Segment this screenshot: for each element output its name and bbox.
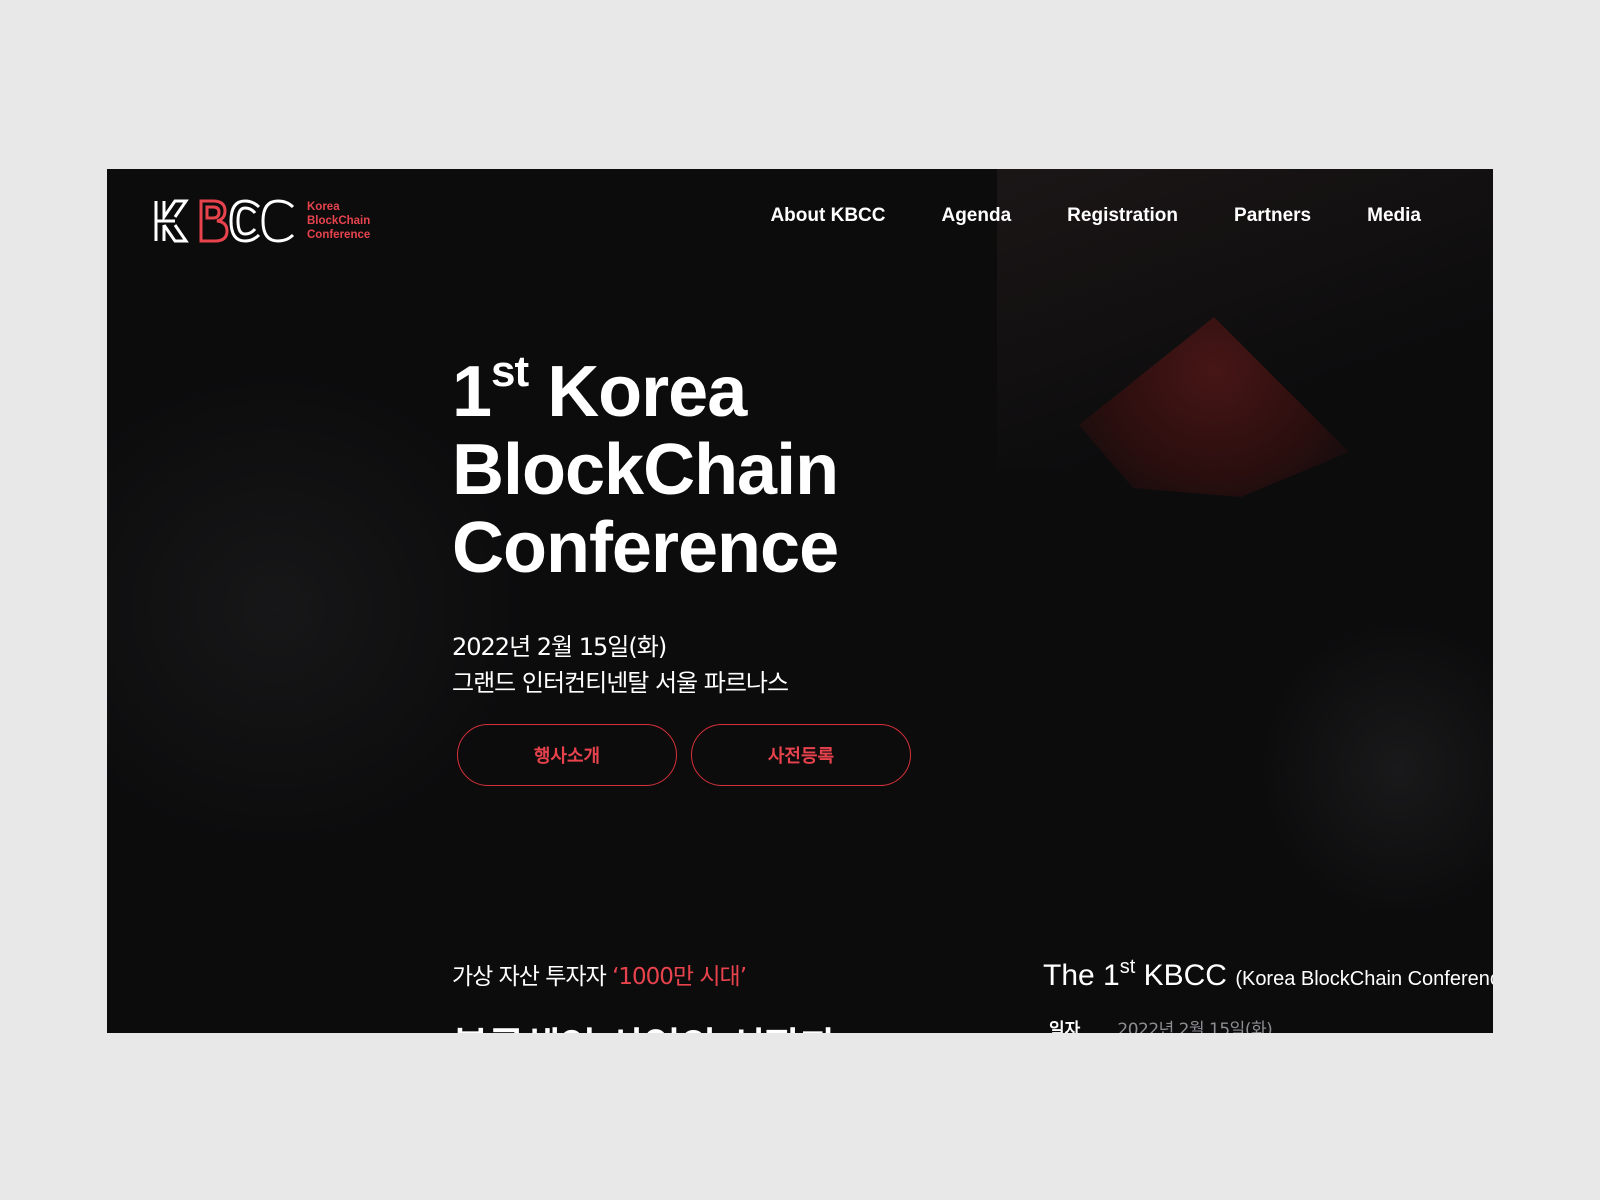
nav-media[interactable]: Media xyxy=(1367,205,1421,227)
pre-registration-button[interactable]: 사전등록 xyxy=(691,724,911,786)
info-date-label: 일자 xyxy=(1049,1020,1081,1033)
logo-line: BlockChain xyxy=(307,215,371,227)
tagline-accent: ‘1000만 시대’ xyxy=(612,964,747,990)
info-date-row: 일자 2022년 2월 15일(화) xyxy=(1049,1015,1273,1033)
nav-partners[interactable]: Partners xyxy=(1234,205,1311,227)
logo-line: Korea xyxy=(307,201,340,213)
main-nav: About KBCC Agenda Registration Partners … xyxy=(770,205,1421,227)
info-title-prefix: The 1 xyxy=(1043,959,1120,992)
title-ordinal: 1 xyxy=(452,352,492,432)
hero-section: Korea BlockChain Conference About KBCC A… xyxy=(107,169,1493,1033)
intro-subhead: 블록체인 산업의 선장과 xyxy=(452,1015,837,1033)
nav-agenda[interactable]: Agenda xyxy=(941,205,1011,227)
event-venue: 그랜드 인터컨티넨탈 서울 파르나스 xyxy=(452,669,789,697)
info-title-paren: (Korea BlockChain Conference) xyxy=(1235,968,1493,990)
kbcc-logo-icon xyxy=(154,199,295,243)
info-date-value: 2022년 2월 15일(화) xyxy=(1117,1020,1273,1033)
kbcc-logo[interactable]: Korea BlockChain Conference xyxy=(153,197,370,245)
info-title-suffix: st xyxy=(1119,956,1136,978)
intro-tagline: 가상 자산 투자자 ‘1000만 시대’ xyxy=(452,957,747,991)
info-title-main: KBCC xyxy=(1135,959,1236,992)
background-red-shape xyxy=(1079,317,1349,497)
title-line-2: BlockChain xyxy=(452,430,839,510)
hero-title: 1st Korea BlockChain Conference xyxy=(452,350,839,588)
title-ordinal-suffix: st xyxy=(491,347,529,396)
tagline-prefix: 가상 자산 투자자 xyxy=(452,964,613,990)
logo-line: Conference xyxy=(307,229,371,241)
event-intro-button[interactable]: 행사소개 xyxy=(457,724,677,786)
info-title: The 1st KBCC (Korea BlockChain Conferenc… xyxy=(1043,956,1493,993)
title-line-1: Korea xyxy=(547,352,747,432)
nav-about-kbcc[interactable]: About KBCC xyxy=(770,205,885,227)
logo-text: Korea BlockChain Conference xyxy=(307,200,370,242)
title-line-3: Conference xyxy=(452,508,839,588)
nav-registration[interactable]: Registration xyxy=(1067,205,1178,227)
background-shape xyxy=(1257,619,1493,919)
event-date: 2022년 2월 15일(화) xyxy=(452,633,667,661)
